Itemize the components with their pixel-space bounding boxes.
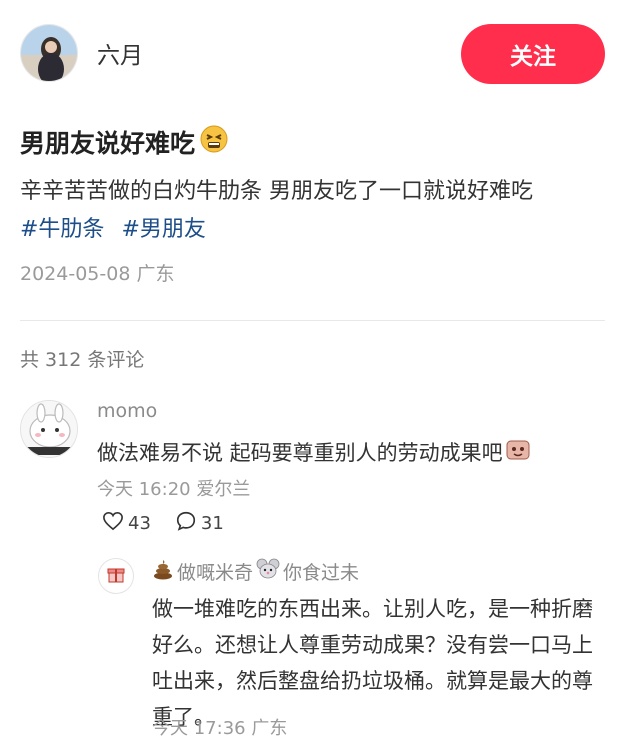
reply-meta: 今天 17:36 广东	[152, 714, 287, 740]
replier-name-part2: 你食过未	[283, 562, 360, 584]
tag-link[interactable]: #牛肋条	[20, 217, 104, 242]
follow-button[interactable]: 关注	[461, 24, 605, 84]
gift-icon	[106, 564, 126, 588]
like-count: 43	[128, 513, 151, 534]
comment-meta: 今天 16:20 爱尔兰	[97, 475, 250, 501]
tag-link[interactable]: #男朋友	[121, 217, 205, 242]
mouse-emoji	[256, 558, 280, 585]
post-title-text: 男朋友说好难吃	[20, 129, 196, 158]
heart-icon	[102, 511, 124, 536]
post-location: 广东	[136, 263, 175, 285]
reply-location: 广东	[251, 718, 288, 739]
post-title: 男朋友说好难吃	[20, 124, 229, 160]
post-tags: #牛肋条 #男朋友	[20, 211, 610, 249]
comment-text-content: 做法难易不说 起码要尊重别人的劳动成果吧	[97, 441, 503, 465]
comment-actions: 43 31	[102, 510, 224, 537]
reply-count: 31	[200, 513, 224, 534]
author-name[interactable]: 六月	[97, 36, 143, 70]
replier-avatar[interactable]	[98, 558, 134, 594]
divider	[20, 320, 605, 321]
reply-button[interactable]: 31	[175, 510, 224, 537]
commenter-avatar[interactable]	[20, 400, 78, 458]
post-meta: 2024-05-08 广东	[20, 259, 174, 286]
sticker-icon	[505, 438, 531, 467]
commenter-name[interactable]: momo	[97, 400, 157, 422]
replier-name-part1: 做嘅米奇	[177, 562, 254, 584]
post-body: 辛辛苦苦做的白灼牛肋条 男朋友吃了一口就说好难吃 #牛肋条 #男朋友	[20, 173, 610, 249]
comment-text: 做法难易不说 起码要尊重别人的劳动成果吧	[97, 437, 531, 467]
replier-name[interactable]: 做嘅米奇 你食过未	[152, 558, 359, 585]
poop-emoji	[152, 558, 174, 585]
reply-time: 今天 17:36	[152, 718, 246, 739]
comment-count: 共 312 条评论	[20, 349, 145, 371]
tired-face-emoji	[199, 124, 229, 160]
author-avatar[interactable]	[20, 24, 78, 82]
comment-time: 今天 16:20	[97, 479, 191, 500]
post-date: 2024-05-08	[20, 263, 131, 285]
comment-bubble-icon	[175, 510, 197, 537]
comment-location: 爱尔兰	[196, 479, 251, 500]
post-body-text: 辛辛苦苦做的白灼牛肋条 男朋友吃了一口就说好难吃	[20, 179, 533, 204]
like-button[interactable]: 43	[102, 511, 151, 536]
